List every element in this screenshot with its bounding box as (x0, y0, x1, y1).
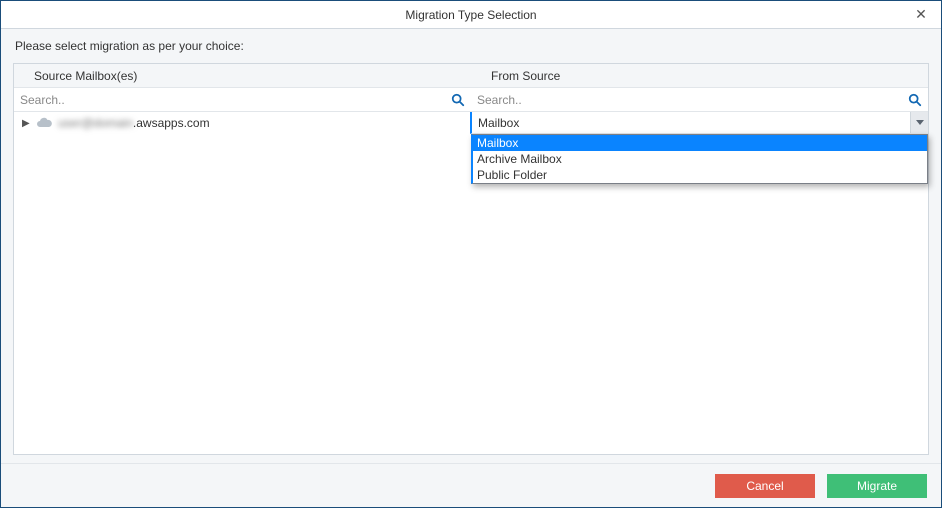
source-mailboxes-header: Source Mailbox(es) (14, 64, 471, 88)
cancel-button[interactable]: Cancel (715, 474, 815, 498)
from-source-column: From Source Mailbox (471, 64, 928, 454)
source-mailboxes-column: Source Mailbox(es) ▶ user@domain.awsapps… (14, 64, 471, 454)
from-source-search-input[interactable] (475, 93, 906, 107)
close-icon: ✕ (915, 6, 927, 23)
source-search-input[interactable] (18, 93, 449, 107)
source-type-combobox[interactable]: Mailbox (470, 112, 928, 134)
source-type-dropdown-list: Mailbox Archive Mailbox Public Folder (471, 134, 928, 184)
expand-icon[interactable]: ▶ (22, 118, 30, 129)
dialog-title: Migration Type Selection (405, 8, 536, 22)
search-icon[interactable] (449, 91, 467, 109)
dialog-footer: Cancel Migrate (1, 463, 941, 507)
instruction-text: Please select migration as per your choi… (1, 29, 941, 59)
mailbox-tree-item[interactable]: ▶ user@domain.awsapps.com (14, 112, 471, 134)
cloud-icon (36, 117, 52, 129)
dialog-window: Migration Type Selection ✕ Please select… (0, 0, 942, 508)
from-source-header: From Source (471, 64, 928, 88)
migrate-button[interactable]: Migrate (827, 474, 927, 498)
combobox-dropdown-button[interactable] (910, 112, 928, 133)
close-button[interactable]: ✕ (907, 5, 935, 25)
from-source-search-row (471, 88, 928, 112)
dropdown-option-mailbox[interactable]: Mailbox (473, 135, 927, 151)
search-icon[interactable] (906, 91, 924, 109)
source-search-row (14, 88, 471, 112)
mailbox-address-suffix: .awsapps.com (133, 116, 210, 130)
dropdown-option-public-folder[interactable]: Public Folder (473, 167, 927, 183)
dropdown-option-archive-mailbox[interactable]: Archive Mailbox (473, 151, 927, 167)
content-panel: Source Mailbox(es) ▶ user@domain.awsapps… (13, 63, 929, 455)
title-bar: Migration Type Selection ✕ (1, 1, 941, 29)
mailbox-address: user@domain.awsapps.com (58, 116, 210, 130)
chevron-down-icon (916, 120, 924, 126)
combobox-selected-value: Mailbox (472, 112, 910, 133)
mailbox-address-obscured: user@domain (58, 116, 133, 130)
